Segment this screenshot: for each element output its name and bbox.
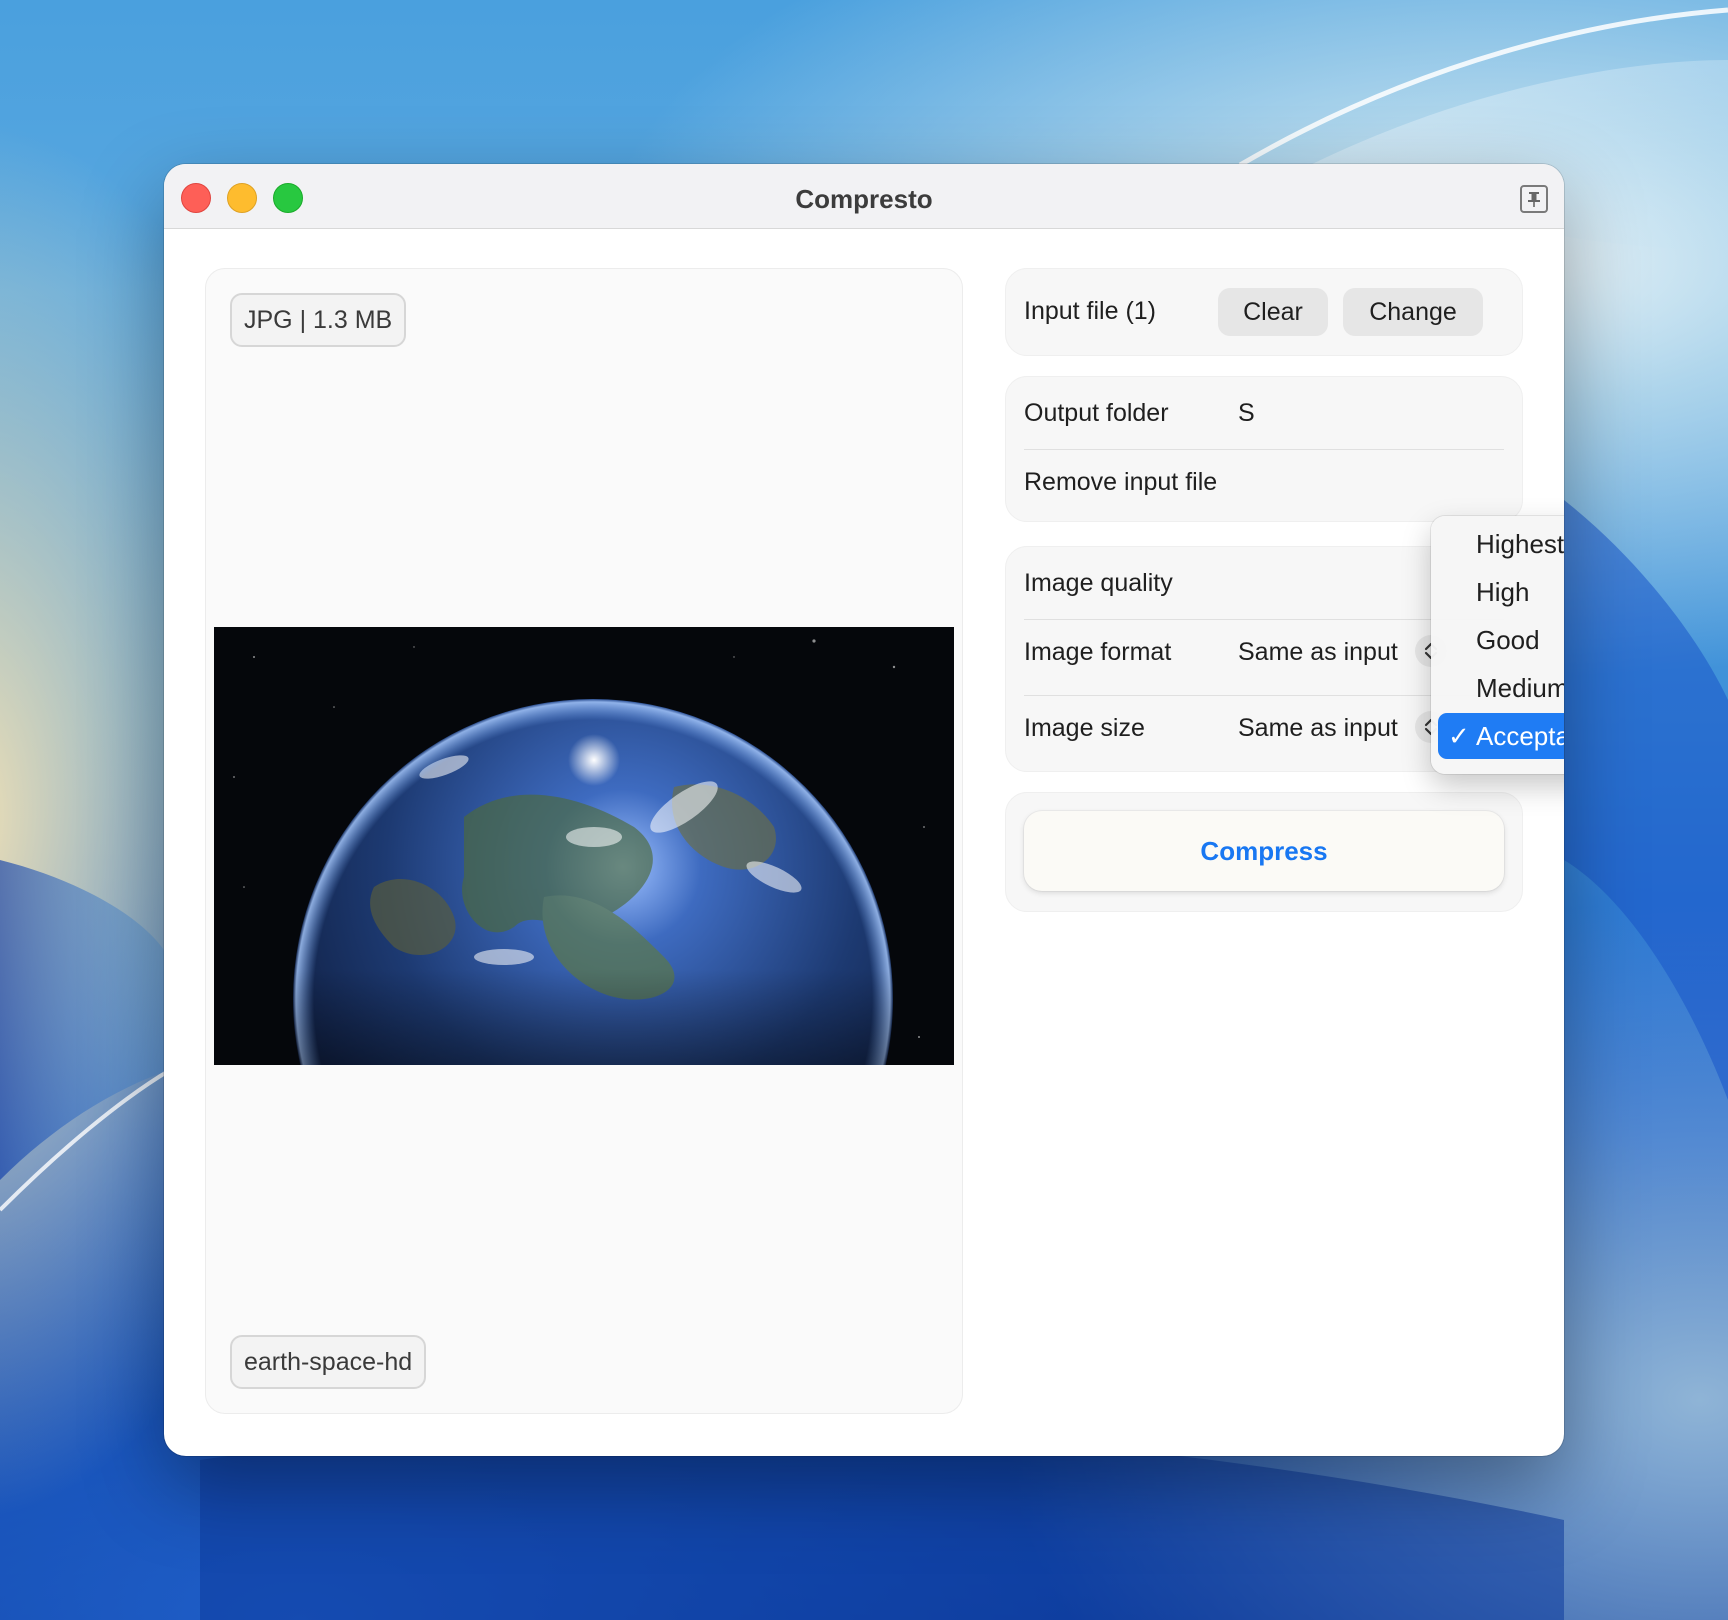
title-bar: Compresto: [164, 164, 1564, 229]
menu-item-acceptable[interactable]: ✓ Acceptable: [1438, 713, 1564, 759]
pin-icon: [1528, 192, 1540, 207]
output-settings-card: Output folder S Remove input file: [1005, 376, 1523, 522]
menu-item-high[interactable]: High: [1438, 569, 1564, 615]
image-quality-label: Image quality: [1024, 569, 1173, 597]
earth-image-graphic: [214, 627, 954, 1065]
compress-button[interactable]: Compress: [1024, 811, 1504, 891]
clear-button[interactable]: Clear: [1218, 288, 1328, 336]
divider: [1024, 449, 1504, 450]
output-folder-value[interactable]: S: [1238, 399, 1255, 428]
output-folder-label: Output folder: [1024, 399, 1169, 427]
window-title: Compresto: [795, 184, 933, 214]
image-quality-menu: Highest High Good Medium ✓ Acceptable: [1431, 516, 1564, 774]
compress-card: Compress: [1005, 792, 1523, 912]
file-meta-badge: JPG | 1.3 MB: [230, 293, 407, 347]
image-format-label: Image format: [1024, 638, 1172, 666]
app-window: Compresto JPG | 1.3 MB earth-space-hd In…: [164, 164, 1564, 1456]
checkmark-icon: ✓: [1448, 721, 1470, 751]
file-name-badge: earth-space-hd: [230, 1335, 427, 1389]
image-format-select[interactable]: Same as input: [1238, 638, 1398, 667]
pin-window-button[interactable]: [1520, 185, 1548, 213]
menu-item-label: Acceptable: [1476, 721, 1564, 751]
remove-input-file-label: Remove input file: [1024, 468, 1218, 496]
menu-item-good[interactable]: Good: [1438, 617, 1564, 663]
image-size-label: Image size: [1024, 714, 1145, 742]
input-file-card: Input file (1) Clear Change: [1005, 268, 1523, 356]
input-file-label: Input file (1): [1024, 297, 1157, 325]
image-size-select[interactable]: Same as input: [1238, 714, 1398, 743]
menu-item-highest[interactable]: Highest: [1438, 521, 1564, 567]
image-preview-pane[interactable]: JPG | 1.3 MB earth-space-hd: [205, 268, 963, 1414]
change-button[interactable]: Change: [1343, 288, 1483, 336]
earth-preview-image: [214, 627, 954, 1065]
menu-item-medium[interactable]: Medium: [1438, 665, 1564, 711]
